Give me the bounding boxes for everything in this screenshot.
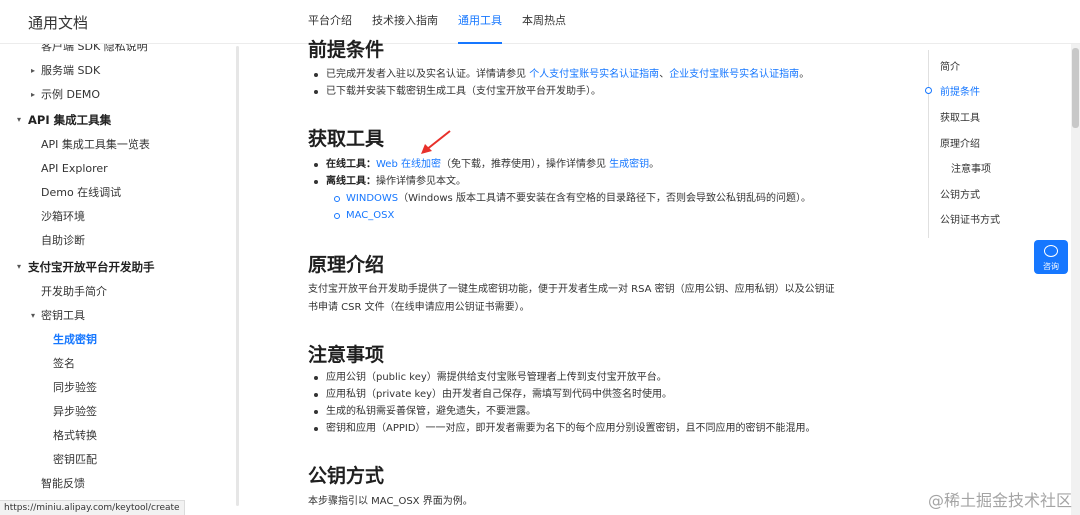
list-item: 在线工具：Web 在线加密（免下载，推荐使用），操作详情参见 生成密钥。 [308, 156, 868, 173]
notes-list: 应用公钥（public key）需提供给支付宝账号管理者上传到支付宝开放平台。 … [308, 369, 868, 437]
top-header: 通用文档 平台介绍 技术接入指南 通用工具 本周热点 [0, 0, 1080, 44]
list-item-text: 。 [799, 69, 810, 80]
list-item-text: （Windows 版本工具请不要安装在含有空格的目录路径下，否则会导致公私钥乱码… [398, 193, 811, 204]
list-item: 离线工具：操作详情参见本文。 [308, 173, 868, 190]
heading-notes: 注意事项 [308, 344, 385, 366]
principle-paragraph: 支付宝开放平台开发助手提供了一键生成密钥功能，便于开发者生成一对 RSA 密钥（… [308, 281, 868, 317]
toc-item-principle[interactable]: 原理介绍 [940, 135, 980, 150]
list-item: WINDOWS（Windows 版本工具请不要安装在含有空格的目录路径下，否则会… [308, 190, 868, 207]
toc-item-intro[interactable]: 简介 [940, 58, 960, 73]
sidebar-item-api-explorer[interactable]: API Explorer [41, 162, 108, 176]
online-tool-label: 在线工具： [326, 159, 376, 170]
separator-text: 、 [659, 69, 670, 80]
list-item: 应用公钥（public key）需提供给支付宝账号管理者上传到支付宝开放平台。 [308, 369, 868, 386]
status-bar-url: https://miniu.alipay.com/keytool/create [0, 500, 185, 515]
enterprise-verify-link[interactable]: 企业支付宝账号实名认证指南 [669, 69, 799, 80]
chevron-down-icon[interactable]: ▾ [17, 113, 21, 127]
list-item: 密钥和应用（APPID）一一对应，即开发者需要为名下的每个应用分别设置密钥，且不… [308, 420, 868, 437]
toc-item-notes[interactable]: 注意事项 [951, 160, 991, 175]
nav-common-tools[interactable]: 通用工具 [458, 0, 502, 44]
heading-get-tool: 获取工具 [308, 128, 385, 150]
heading-public-key-mode: 公钥方式 [308, 465, 385, 487]
list-item: 应用私钥（private key）由开发者自己保存，需填写到代码中供签名时使用。 [308, 386, 868, 403]
sidebar-group-api-tools[interactable]: API 集成工具集 [28, 113, 111, 127]
pubkey-paragraph: 本步骤指引以 MAC_OSX 界面为例。 [308, 496, 473, 507]
watermark: @稀土掘金技术社区 [927, 491, 1072, 510]
list-item-text: 。 [649, 159, 660, 170]
personal-verify-link[interactable]: 个人支付宝账号实名认证指南 [529, 69, 659, 80]
sidebar-item-sandbox[interactable]: 沙箱环境 [41, 210, 85, 224]
web-encrypt-link[interactable]: Web 在线加密 [376, 159, 441, 170]
offline-tool-label: 离线工具： [326, 176, 376, 187]
toc-item-get-tool[interactable]: 获取工具 [940, 109, 980, 124]
sidebar-item-key-tools[interactable]: 密钥工具 [41, 309, 85, 323]
toc-active-dot-icon [925, 87, 932, 94]
prereq-list: 已完成开发者入驻以及实名认证。详情请参见 个人支付宝账号实名认证指南、企业支付宝… [308, 66, 868, 100]
sidebar-item-server-sdk[interactable]: 服务端 SDK [41, 64, 100, 78]
sidebar-item-api-tools-list[interactable]: API 集成工具集一览表 [41, 138, 150, 152]
sidebar-item-self-diagnosis[interactable]: 自助诊断 [41, 234, 85, 248]
sidebar-item-sync-verify[interactable]: 同步验签 [53, 381, 97, 395]
list-item-text: （免下载，推荐使用），操作详情参见 [440, 159, 610, 170]
list-item-text: 操作详情参见本文。 [376, 176, 466, 187]
sidebar-item-smart-feedback[interactable]: 智能反馈 [41, 477, 85, 491]
paragraph-line: 书申请 CSR 文件（在线申请应用公钥证书需要）。 [308, 302, 530, 313]
chevron-down-icon[interactable]: ▾ [31, 309, 35, 323]
sidebar-item-sign[interactable]: 签名 [53, 357, 75, 371]
consult-label: 咨询 [1043, 262, 1059, 271]
consult-button[interactable]: 咨询 [1034, 240, 1068, 274]
list-item: 已完成开发者入驻以及实名认证。详情请参见 个人支付宝账号实名认证指南、企业支付宝… [308, 66, 868, 83]
toc-item-public-key[interactable]: 公钥方式 [940, 186, 980, 201]
sidebar-item-demo-online-debug[interactable]: Demo 在线调试 [41, 186, 121, 200]
list-item: 生成的私钥需妥善保管，避免遗失，不要泄露。 [308, 403, 868, 420]
list-item-text: 已完成开发者入驻以及实名认证。详情请参见 [326, 69, 530, 80]
list-item: MAC_OSX [308, 207, 868, 224]
windows-download-link[interactable]: WINDOWS [346, 193, 398, 204]
sidebar-item-key-match[interactable]: 密钥匹配 [53, 453, 97, 467]
toc-item-prerequisites[interactable]: 前提条件 [940, 83, 980, 98]
chevron-down-icon[interactable]: ▾ [17, 260, 21, 274]
generate-key-link[interactable]: 生成密钥 [609, 159, 649, 170]
chevron-right-icon[interactable]: ▸ [31, 64, 35, 78]
nav-weekly-hot[interactable]: 本周热点 [522, 0, 566, 44]
sidebar-item-async-verify[interactable]: 异步验签 [53, 405, 97, 419]
page-scrollbar[interactable] [1071, 44, 1080, 515]
sidebar-item-generate-key[interactable]: 生成密钥 [53, 333, 97, 347]
sidebar-item-client-sdk-privacy[interactable]: 客户端 SDK 隐私说明 [41, 44, 148, 54]
brand-title[interactable]: 通用文档 [28, 12, 88, 33]
toc-item-public-key-cert[interactable]: 公钥证书方式 [940, 211, 1000, 226]
heading-principle: 原理介绍 [308, 254, 385, 276]
paragraph-line: 支付宝开放平台开发助手提供了一键生成密钥功能，便于开发者生成一对 RSA 密钥（… [308, 284, 835, 295]
scrollbar-thumb[interactable] [1072, 48, 1079, 128]
sidebar: 客户端 SDK 隐私说明 ▸ 服务端 SDK ▸ 示例 DEMO ▾ API 集… [0, 44, 240, 515]
chat-bubble-icon [1044, 245, 1058, 257]
annotation-arrow-icon [421, 130, 451, 154]
sidebar-item-assistant-intro[interactable]: 开发助手简介 [41, 285, 107, 299]
heading-prerequisites: 前提条件 [308, 39, 385, 61]
list-item: 已下载并安装下载密钥生成工具（支付宝开放平台开发助手）。 [308, 83, 868, 100]
sidebar-scrollbar[interactable] [236, 46, 239, 506]
table-of-contents: 简介 前提条件 获取工具 原理介绍 注意事项 公钥方式 公钥证书方式 [925, 50, 1028, 238]
sidebar-group-dev-assistant[interactable]: 支付宝开放平台开发助手 [28, 260, 155, 274]
chevron-right-icon[interactable]: ▸ [31, 88, 35, 102]
mac-download-link[interactable]: MAC_OSX [346, 210, 394, 221]
sidebar-item-demo[interactable]: 示例 DEMO [41, 88, 100, 102]
get-tool-list: 在线工具：Web 在线加密（免下载，推荐使用），操作详情参见 生成密钥。 离线工… [308, 156, 868, 224]
sidebar-item-format-convert[interactable]: 格式转换 [53, 429, 97, 443]
